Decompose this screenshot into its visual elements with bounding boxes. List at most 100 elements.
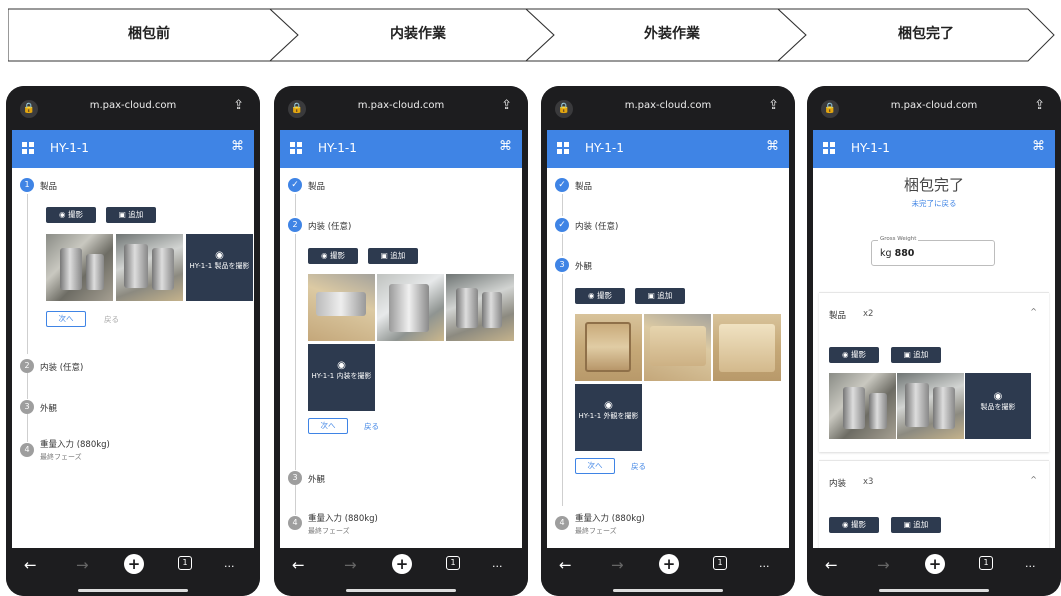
item-code: HY-1-1 — [851, 141, 890, 155]
back-button[interactable]: 戻る — [364, 421, 379, 432]
browser-url-bar[interactable]: 🔒 m.pax-cloud.com ⇪ — [541, 86, 795, 130]
qr-scan-icon[interactable]: ⌘ — [766, 139, 779, 154]
url-text[interactable]: m.pax-cloud.com — [807, 100, 1061, 111]
take-inner-photo-tile[interactable]: ◉ HY-1-1 内装を撮影 — [308, 344, 375, 411]
photo-button[interactable]: ◉ 撮影 — [308, 248, 358, 264]
next-button[interactable]: 次へ — [46, 311, 86, 327]
chevron-up-icon[interactable]: ^ — [1030, 475, 1037, 484]
back-button[interactable]: 戻る — [631, 461, 646, 472]
grid-icon[interactable] — [22, 142, 34, 154]
product-photo[interactable] — [829, 373, 896, 439]
product-photo[interactable] — [116, 234, 183, 301]
add-button[interactable]: ▣ 追加 — [635, 288, 685, 304]
take-product-photo-tile[interactable]: ◉ 製品を撮影 — [965, 373, 1031, 439]
new-tab-icon[interactable]: + — [659, 554, 679, 574]
step-connector — [562, 194, 563, 216]
grid-icon[interactable] — [290, 142, 302, 154]
step-weight-label: 重量入力 (880kg) — [40, 440, 110, 450]
item-code: HY-1-1 — [50, 141, 89, 155]
step-weight-sub: 最終フェーズ — [40, 453, 82, 461]
take-product-photo-tile[interactable]: ◉ HY-1-1 製品を撮影 — [186, 234, 253, 301]
grid-icon[interactable] — [557, 142, 569, 154]
share-icon[interactable]: ⇪ — [233, 98, 244, 113]
forward-arrow-icon[interactable]: → — [76, 556, 89, 574]
section-count: x2 — [863, 309, 874, 319]
url-text[interactable]: m.pax-cloud.com — [274, 100, 528, 111]
back-arrow-icon[interactable]: ← — [825, 556, 838, 574]
add-button[interactable]: ▣ 追加 — [891, 517, 941, 533]
product-photo[interactable] — [897, 373, 964, 439]
browser-url-bar[interactable]: 🔒 m.pax-cloud.com ⇪ — [6, 86, 260, 130]
browser-url-bar[interactable]: 🔒 m.pax-cloud.com ⇪ — [807, 86, 1061, 130]
add-button[interactable]: ▣ 追加 — [891, 347, 941, 363]
step-weight-label: 重量入力 (880kg) — [575, 514, 645, 524]
next-button[interactable]: 次へ — [575, 458, 615, 474]
gross-weight-value[interactable]: kg 880 — [880, 248, 914, 259]
more-icon[interactable]: ··· — [759, 560, 770, 573]
add-button-label: 追加 — [390, 251, 406, 260]
check-icon: ✓ — [288, 178, 302, 192]
photo-button[interactable]: ◉ 撮影 — [575, 288, 625, 304]
more-icon[interactable]: ··· — [492, 560, 503, 573]
grid-icon[interactable] — [823, 142, 835, 154]
url-text[interactable]: m.pax-cloud.com — [541, 100, 795, 111]
forward-arrow-icon[interactable]: → — [611, 556, 624, 574]
outer-photo[interactable] — [575, 314, 642, 381]
tabs-count-icon[interactable]: 1 — [713, 556, 727, 570]
new-tab-icon[interactable]: + — [925, 554, 945, 574]
outer-photo[interactable] — [644, 314, 711, 381]
take-outer-photo-tile[interactable]: ◉ HY-1-1 外観を撮影 — [575, 384, 642, 451]
step-connector — [562, 234, 563, 256]
more-icon[interactable]: ··· — [1025, 560, 1036, 573]
photo-tile-caption: HY-1-1 内装を撮影 — [311, 372, 372, 380]
forward-arrow-icon[interactable]: → — [877, 556, 890, 574]
photo-button[interactable]: ◉ 撮影 — [829, 347, 879, 363]
add-button[interactable]: ▣ 追加 — [106, 207, 156, 223]
more-icon[interactable]: ··· — [224, 560, 235, 573]
url-text[interactable]: m.pax-cloud.com — [6, 100, 260, 111]
back-arrow-icon[interactable]: ← — [292, 556, 305, 574]
camera-icon: ◉ — [321, 251, 328, 260]
qr-scan-icon[interactable]: ⌘ — [231, 139, 244, 154]
inner-photo[interactable] — [446, 274, 514, 341]
web-content: HY-1-1 ⌘ 1 製品 ◉ 撮影 ▣ 追加 ◉ HY-1-1 製品を撮影 次… — [12, 130, 254, 548]
inner-photo[interactable] — [377, 274, 444, 341]
add-photo-icon: ▣ — [118, 210, 126, 219]
step-product-label: 製品 — [308, 182, 326, 192]
step-number-badge: 3 — [555, 258, 569, 272]
back-arrow-icon[interactable]: ← — [559, 556, 572, 574]
tabs-count-icon[interactable]: 1 — [178, 556, 192, 570]
next-button[interactable]: 次へ — [308, 418, 348, 434]
outer-photo[interactable] — [713, 314, 781, 381]
browser-toolbar: ← → + 1 ··· — [6, 548, 260, 596]
step-number-badge: 4 — [555, 516, 569, 530]
forward-arrow-icon[interactable]: → — [344, 556, 357, 574]
camera-icon: ◉ — [604, 400, 613, 411]
step-outer-label: 外観 — [575, 262, 593, 272]
add-button[interactable]: ▣ 追加 — [368, 248, 418, 264]
inner-photo[interactable] — [308, 274, 375, 341]
tabs-count-icon[interactable]: 1 — [979, 556, 993, 570]
share-icon[interactable]: ⇪ — [501, 98, 512, 113]
product-photo[interactable] — [46, 234, 113, 301]
flow-step-label: 梱包完了 — [898, 26, 954, 42]
qr-scan-icon[interactable]: ⌘ — [499, 139, 512, 154]
photo-button[interactable]: ◉ 撮影 — [46, 207, 96, 223]
gross-weight-field[interactable]: Gross Weight kg 880 — [871, 236, 995, 266]
share-icon[interactable]: ⇪ — [1034, 98, 1045, 113]
chevron-up-icon[interactable]: ^ — [1030, 307, 1037, 316]
phone-screen-outer: 🔒 m.pax-cloud.com ⇪ HY-1-1 ⌘ ✓ 製品 ✓ 内装 (… — [541, 86, 795, 596]
photo-button[interactable]: ◉ 撮影 — [829, 517, 879, 533]
photo-tile-caption: HY-1-1 外観を撮影 — [578, 412, 639, 420]
revert-link[interactable]: 未完了に戻る — [813, 198, 1055, 209]
qr-scan-icon[interactable]: ⌘ — [1032, 139, 1045, 154]
add-photo-icon: ▣ — [903, 520, 911, 529]
back-arrow-icon[interactable]: ← — [24, 556, 37, 574]
phone-screen-inner: 🔒 m.pax-cloud.com ⇪ HY-1-1 ⌘ ✓ 製品 2 内装 (… — [274, 86, 528, 596]
new-tab-icon[interactable]: + — [392, 554, 412, 574]
browser-url-bar[interactable]: 🔒 m.pax-cloud.com ⇪ — [274, 86, 528, 130]
back-button[interactable]: 戻る — [104, 314, 119, 325]
new-tab-icon[interactable]: + — [124, 554, 144, 574]
tabs-count-icon[interactable]: 1 — [446, 556, 460, 570]
share-icon[interactable]: ⇪ — [768, 98, 779, 113]
